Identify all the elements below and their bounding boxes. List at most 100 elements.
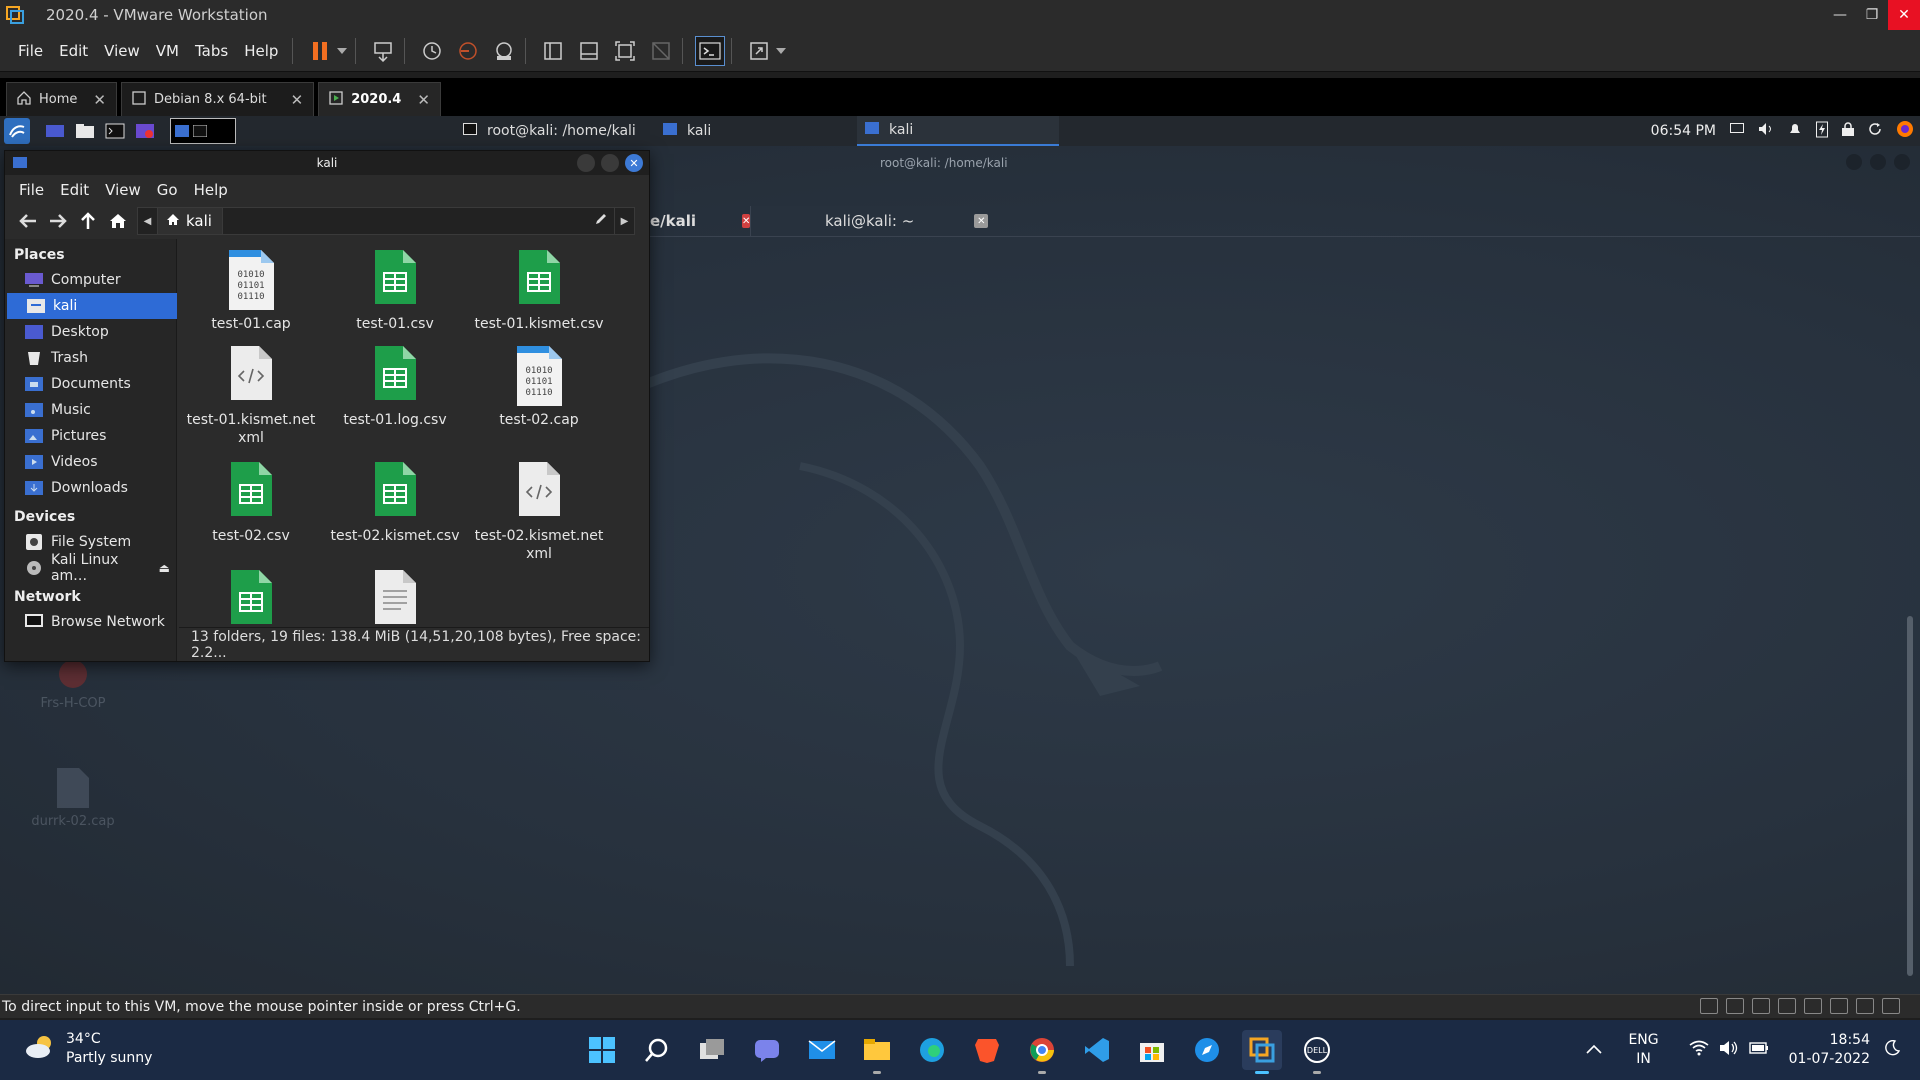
sidebar-item-downloads[interactable]: Downloads xyxy=(5,475,176,501)
sidebar-item-desktop[interactable]: Desktop xyxy=(5,319,176,345)
terminal-tab-1[interactable]: e/kali ✕ xyxy=(650,206,751,236)
maximize-button[interactable] xyxy=(601,154,619,172)
close-button[interactable]: ✕ xyxy=(1888,0,1920,30)
stretch-guest-icon[interactable] xyxy=(744,36,774,66)
sidebar-item-browse-network[interactable]: Browse Network xyxy=(5,609,176,635)
console-view-icon[interactable] xyxy=(695,35,726,66)
menu-help[interactable]: Help xyxy=(236,42,286,60)
breadcrumb[interactable]: kali xyxy=(158,208,223,234)
file-item[interactable]: 01010 01101 01110 test-01.cap xyxy=(179,249,323,333)
pause-icon[interactable] xyxy=(305,36,335,66)
full-screen-icon[interactable] xyxy=(610,36,640,66)
menu-view[interactable]: View xyxy=(96,42,148,60)
minimize-button[interactable]: — xyxy=(1824,0,1856,30)
firefox-icon[interactable] xyxy=(1896,120,1914,142)
maximize-button[interactable] xyxy=(1870,154,1886,170)
show-desktop-icon[interactable] xyxy=(42,118,68,144)
notification-bell-icon[interactable] xyxy=(1788,122,1802,140)
wifi-icon[interactable] xyxy=(1689,1040,1709,1060)
edit-path-icon[interactable] xyxy=(594,212,608,230)
power-battery-icon[interactable] xyxy=(1816,120,1828,142)
task-kali-2[interactable]: kali xyxy=(857,116,1059,146)
back-arrow-icon[interactable] xyxy=(13,207,43,235)
chevron-right-icon[interactable]: ▶ xyxy=(614,208,634,234)
hard-disk-icon[interactable] xyxy=(1700,998,1718,1014)
sidebar-item-documents[interactable]: Documents xyxy=(5,371,176,397)
file-item[interactable]: 01010 01101 01110 test-02.cap xyxy=(467,345,611,429)
sidebar-item-videos[interactable]: Videos xyxy=(5,449,176,475)
volume-icon[interactable] xyxy=(1719,1040,1739,1060)
menu-edit[interactable]: Edit xyxy=(52,181,97,199)
file-item[interactable] xyxy=(323,569,467,625)
file-item[interactable]: test-01.csv xyxy=(323,249,467,333)
sidebar-item-computer[interactable]: Computer xyxy=(5,267,176,293)
menu-vm[interactable]: VM xyxy=(148,42,187,60)
close-tab-icon[interactable]: ✕ xyxy=(417,91,430,109)
network-adapter-icon[interactable] xyxy=(1752,998,1770,1014)
battery-icon[interactable] xyxy=(1748,1041,1769,1059)
panel-clock[interactable]: 06:54 PM xyxy=(1651,123,1716,139)
menu-file[interactable]: File xyxy=(10,42,51,60)
sound-icon[interactable] xyxy=(1804,998,1822,1014)
close-tab-icon[interactable]: ✕ xyxy=(93,91,106,109)
snapshot-manager-icon[interactable] xyxy=(489,36,519,66)
task-view-icon[interactable] xyxy=(692,1030,732,1070)
file-item[interactable] xyxy=(179,569,323,625)
close-button[interactable]: ✕ xyxy=(625,154,643,172)
file-item[interactable]: test-02.kismet.csv xyxy=(323,461,467,545)
forward-arrow-icon[interactable] xyxy=(43,207,73,235)
terminal-tab-2[interactable]: kali@kali: ~ ✕ xyxy=(750,206,1000,236)
vmware-workstation-icon[interactable] xyxy=(1242,1030,1282,1074)
lock-icon[interactable] xyxy=(1842,122,1854,140)
close-tab-icon[interactable]: ✕ xyxy=(291,91,304,109)
menu-tabs[interactable]: Tabs xyxy=(187,42,236,60)
chevron-down-icon[interactable] xyxy=(335,36,349,66)
unity-mode-icon[interactable] xyxy=(646,36,676,66)
file-item[interactable]: test-01.kismet.csv xyxy=(467,249,611,333)
file-item[interactable]: test-02.csv xyxy=(179,461,323,545)
vscode-icon[interactable] xyxy=(1077,1030,1117,1070)
tab-2020-4[interactable]: 2020.4 ✕ xyxy=(318,82,441,116)
thumbnail-bar-icon[interactable] xyxy=(574,36,604,66)
start-icon[interactable] xyxy=(582,1030,622,1070)
workspace-switcher[interactable] xyxy=(170,118,236,144)
snapshot-icon[interactable] xyxy=(417,36,447,66)
microsoft-store-icon[interactable] xyxy=(1132,1030,1172,1070)
send-ctrl-alt-del-icon[interactable] xyxy=(368,36,398,66)
file-manager-icon[interactable] xyxy=(72,118,98,144)
language-indicator[interactable]: ENG IN xyxy=(1628,1031,1658,1069)
chevron-left-icon[interactable]: ◀ xyxy=(138,208,158,234)
task-kali-1[interactable]: kali xyxy=(655,116,855,146)
sidebar-item-kali-linux-disc[interactable]: Kali Linux am… ⏏ xyxy=(5,552,176,584)
focus-assist-moon-icon[interactable] xyxy=(1884,1039,1901,1060)
display-icon[interactable] xyxy=(1856,998,1874,1014)
refresh-icon[interactable] xyxy=(1868,122,1882,140)
printer-icon[interactable] xyxy=(1830,998,1848,1014)
chevron-up-icon[interactable] xyxy=(1586,1042,1603,1058)
close-button[interactable] xyxy=(1894,154,1910,170)
file-item[interactable]: test-01.log.csv xyxy=(323,345,467,429)
message-icon[interactable] xyxy=(1882,998,1900,1014)
taskbar-clock[interactable]: 18:54 01-07-2022 xyxy=(1789,1031,1870,1069)
brave-icon[interactable] xyxy=(967,1030,1007,1070)
tab-debian[interactable]: Debian 8.x 64-bit ✕ xyxy=(120,82,315,116)
menu-file[interactable]: File xyxy=(11,181,52,199)
close-tab-icon[interactable]: ✕ xyxy=(974,214,989,228)
task-root-terminal[interactable]: root@kali: /home/kali xyxy=(455,116,655,146)
chrome-icon[interactable] xyxy=(1022,1030,1062,1074)
teams-chat-icon[interactable] xyxy=(747,1030,787,1070)
file-explorer-icon[interactable] xyxy=(857,1030,897,1074)
edge-icon[interactable] xyxy=(912,1030,952,1070)
file-item[interactable]: test-02.kismet.netxml xyxy=(467,461,611,563)
up-arrow-icon[interactable] xyxy=(73,207,103,235)
desktop-icon-item[interactable]: Frs-H-COP xyxy=(28,656,118,711)
terminal-scrollbar[interactable] xyxy=(1907,616,1913,976)
menu-view[interactable]: View xyxy=(97,181,149,199)
sidebar-item-pictures[interactable]: Pictures xyxy=(5,423,176,449)
chevron-down-icon[interactable] xyxy=(774,36,788,66)
sidebar-item-music[interactable]: Music xyxy=(5,397,176,423)
dell-icon[interactable]: DELL xyxy=(1297,1030,1337,1074)
usb-icon[interactable] xyxy=(1778,998,1796,1014)
file-manager-titlebar[interactable]: kali ✕ xyxy=(5,151,649,175)
path-bar[interactable]: ◀ kali ▶ xyxy=(137,207,635,235)
